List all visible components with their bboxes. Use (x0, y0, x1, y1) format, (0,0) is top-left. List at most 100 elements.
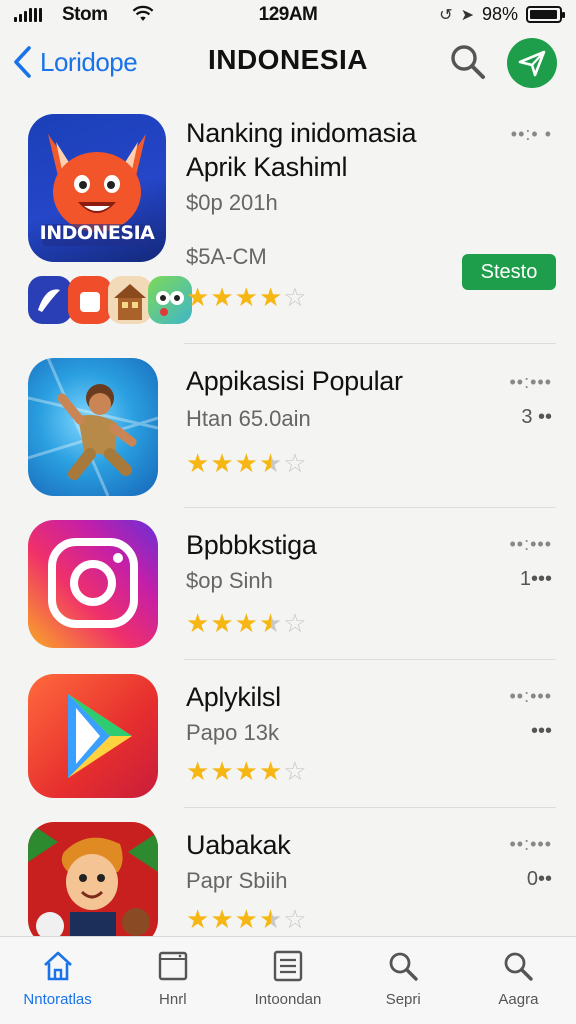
window-icon (158, 951, 187, 981)
app-subtitle: Htan 65.0ain (186, 406, 311, 431)
tab-search-2[interactable]: Aagra (461, 937, 576, 1024)
star-icon: ★ (234, 904, 259, 934)
star-icon: ★ (186, 904, 211, 934)
star-icon: ★ (258, 608, 284, 638)
send-icon (518, 50, 546, 77)
location-icon: ➤ (460, 6, 474, 24)
star-icon: ★ (234, 756, 259, 786)
house-icon (114, 284, 146, 320)
mini-app-icon[interactable] (68, 276, 112, 324)
battery-icon (526, 6, 565, 23)
app-icon-runner[interactable] (28, 358, 158, 496)
app-name: Aplykilsl (186, 682, 281, 712)
app-icon-cartoon[interactable] (28, 822, 158, 946)
cartoon-boy-icon (28, 822, 158, 946)
app-subtitle: $0p 201h (186, 190, 278, 215)
star-icon: ★ (186, 282, 211, 312)
star-rating: ★★★★☆ (186, 282, 308, 313)
send-button[interactable] (507, 38, 557, 88)
app-icon-camera[interactable] (28, 520, 158, 648)
tab-home[interactable]: Nntoratlas (0, 937, 115, 1024)
app-icon-play[interactable] (28, 674, 158, 798)
nav-bar: Loridope INDONESIA (0, 30, 576, 94)
rank-label: 3 •• (521, 406, 552, 428)
app-name: Uabakak (186, 830, 291, 860)
tab-bar: Nntoratlas Hnrl Intoondan Sepri Aagra (0, 936, 576, 1024)
runner-character-icon (28, 358, 158, 496)
rank-label: 0•• (526, 868, 552, 890)
star-icon: ★ (258, 904, 284, 934)
star-rating: ★★★★☆ (186, 448, 308, 479)
star-rating: ★★★★☆ (186, 608, 308, 639)
tab-label: Aagra (498, 991, 539, 1008)
mini-app-icon[interactable] (108, 276, 152, 324)
home-icon (43, 951, 72, 981)
star-icon: ★ (210, 904, 235, 934)
list-item[interactable]: Appikasisi Popular Htan 65.0ain ★★★★☆ ••… (0, 344, 576, 508)
get-button[interactable]: Stesto (462, 254, 556, 290)
tab-label: Hnrl (159, 991, 187, 1008)
star-icon: ★ (186, 756, 211, 786)
star-icon: ★ (234, 282, 259, 312)
app-name: Bpbbkstiga (186, 530, 317, 560)
list-icon (273, 950, 303, 982)
star-icon: ★ (210, 448, 235, 478)
rotation-lock-icon: ↺ (439, 6, 453, 24)
app-icon-label: INDONESIA (39, 222, 155, 244)
star-icon: ★ (258, 756, 284, 786)
app-list: INDONESIA Nanking inidomasia Aprik Kashi… (0, 100, 576, 946)
star-icon: ★ (186, 608, 211, 638)
app-icon-indonesia[interactable]: INDONESIA (28, 114, 166, 262)
more-icon[interactable]: ••:• • (511, 124, 552, 145)
star-icon: ☆ (283, 756, 308, 786)
search-icon (505, 952, 534, 981)
tab-search[interactable]: Sepri (346, 937, 461, 1024)
list-item[interactable]: Bpbbkstiga $op Sinh ★★★★☆ ••:••• 1••• (0, 508, 576, 660)
camera-icon (48, 538, 138, 628)
more-icon[interactable]: ••:••• (509, 686, 552, 707)
list-item[interactable]: Uabakak Papr Sbiih ★★★★☆ ••:••• 0•• (0, 808, 576, 946)
leaf-icon (38, 289, 60, 312)
app-name: Nanking inidomasia (186, 118, 417, 148)
star-icon: ☆ (283, 282, 308, 312)
star-icon: ★ (210, 282, 235, 312)
star-icon: ☆ (283, 608, 308, 638)
more-icon[interactable]: ••:••• (509, 534, 552, 555)
star-icon: ★ (210, 608, 235, 638)
app-price: $5A-CM (186, 244, 267, 269)
play-icon (68, 694, 132, 778)
star-rating: ★★★★☆ (186, 904, 308, 935)
related-apps (28, 276, 192, 324)
tab-window[interactable]: Hnrl (115, 937, 230, 1024)
tab-label: Nntoratlas (23, 991, 92, 1008)
star-icon: ★ (258, 448, 284, 478)
app-subtitle: $op Sinh (186, 568, 273, 593)
star-icon: ★ (258, 282, 284, 312)
rank-label: 1••• (519, 568, 552, 590)
more-icon[interactable]: ••:••• (509, 372, 552, 393)
star-rating: ★★★★☆ (186, 756, 308, 787)
list-item[interactable]: INDONESIA Nanking inidomasia Aprik Kashi… (0, 100, 576, 344)
star-icon: ☆ (283, 448, 308, 478)
star-icon: ★ (234, 448, 259, 478)
tab-label: Intoondan (254, 991, 322, 1008)
star-icon: ☆ (283, 904, 308, 934)
star-icon: ★ (234, 608, 259, 638)
mini-app-icon[interactable] (28, 276, 72, 324)
search-icon (389, 952, 418, 981)
rank-label: ••• (530, 720, 552, 742)
star-icon: ★ (210, 756, 235, 786)
more-icon[interactable]: ••:••• (509, 834, 552, 855)
search-icon[interactable] (446, 40, 490, 84)
status-bar: Stom 129AM ↺ ➤ 98% (0, 0, 576, 30)
app-subtitle: Papo 13k (186, 720, 279, 745)
tab-label: Sepri (385, 991, 421, 1008)
app-subtitle: Papr Sbiih (186, 868, 288, 893)
star-icon: ★ (186, 448, 211, 478)
bag-icon (80, 292, 100, 312)
tab-list[interactable]: Intoondan (230, 937, 345, 1024)
battery-fill (530, 10, 558, 19)
list-item[interactable]: Aplykilsl Papo 13k ★★★★☆ ••:••• ••• (0, 660, 576, 808)
battery-percent: 98% (481, 4, 518, 24)
app-name-line2: Aprik Kashiml (186, 152, 348, 182)
